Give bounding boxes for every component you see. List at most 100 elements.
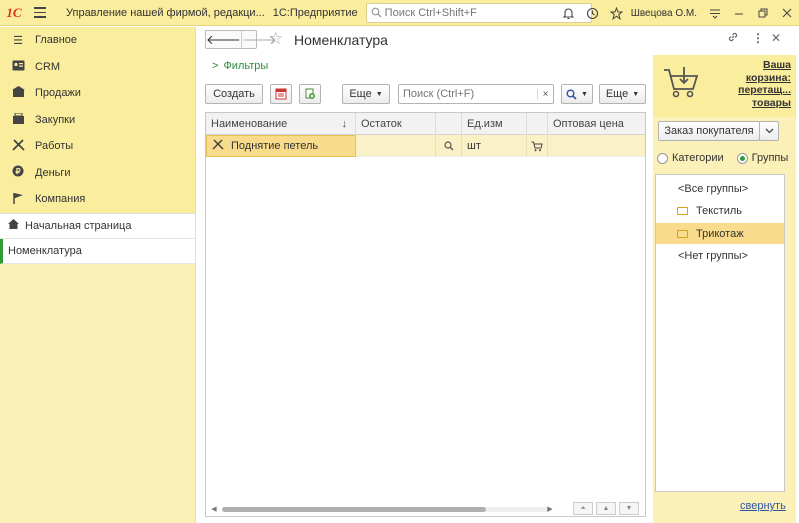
sidebar-item-company[interactable]: Компания bbox=[0, 186, 195, 213]
sidebar-item-works[interactable]: Работы bbox=[0, 133, 195, 160]
star-icon[interactable] bbox=[605, 0, 629, 26]
crm-icon bbox=[10, 60, 26, 74]
cell-price[interactable] bbox=[548, 135, 645, 157]
group-item-all[interactable]: <Все группы> bbox=[656, 178, 784, 199]
cell-stock-lookup[interactable] bbox=[436, 135, 462, 157]
sort-down-icon: ↓ bbox=[341, 118, 348, 130]
search-icon bbox=[371, 7, 382, 18]
radio-groups[interactable] bbox=[736, 152, 748, 164]
create-button-label: Создать bbox=[213, 88, 255, 100]
sidebar-item-purchases[interactable]: Закупки bbox=[0, 107, 195, 134]
pager: ⏶ ▲ ▼ bbox=[570, 502, 639, 515]
cell-name[interactable]: Поднятие петель bbox=[206, 135, 356, 157]
close-icon[interactable] bbox=[775, 0, 799, 26]
sidebar-item-label: Работы bbox=[35, 140, 74, 153]
tools-icon bbox=[10, 139, 26, 154]
more-button-label: Еще bbox=[349, 88, 372, 100]
search-options-button[interactable]: ▼ bbox=[561, 84, 593, 104]
sidebar-item-label: CRM bbox=[35, 60, 61, 73]
more-vertical-icon[interactable]: ⋮ bbox=[752, 31, 764, 45]
scroll-up-icon[interactable]: ▲ bbox=[596, 502, 616, 515]
folder-icon bbox=[677, 207, 688, 215]
search-icon bbox=[566, 89, 577, 100]
cart-drop-zone[interactable]: Ваша корзина: перетащ... товары bbox=[653, 55, 796, 117]
group-item-none[interactable]: <Нет группы> bbox=[656, 246, 784, 267]
bell-icon[interactable] bbox=[557, 0, 581, 26]
view-mode-radio-group: Категории Группы bbox=[657, 152, 788, 164]
caret-down-icon: ▼ bbox=[375, 90, 383, 98]
svg-text:₽: ₽ bbox=[15, 167, 20, 176]
column-header-stock[interactable]: Остаток bbox=[356, 113, 436, 135]
table-header: Наименование ↓ Остаток Ед.изм Оптовая це… bbox=[206, 113, 645, 135]
add-from-clipboard-button[interactable] bbox=[299, 84, 321, 104]
caret-down-icon: ▼ bbox=[581, 90, 588, 98]
sidebar-item-crm[interactable]: CRM bbox=[0, 54, 195, 81]
more-button-label: Еще bbox=[605, 88, 629, 100]
money-icon: ₽ bbox=[10, 165, 26, 180]
restore-icon[interactable] bbox=[751, 0, 775, 26]
group-item-textile[interactable]: Текстиль bbox=[656, 201, 784, 222]
column-header-name[interactable]: Наименование ↓ bbox=[206, 113, 356, 135]
sidebar-item-money[interactable]: ₽ Деньги bbox=[0, 160, 195, 187]
open-item-label: Номенклатура bbox=[8, 244, 82, 257]
sidebar-item-sales[interactable]: Продажи bbox=[0, 80, 195, 107]
radio-groups-label[interactable]: Группы bbox=[752, 152, 789, 164]
home-icon bbox=[8, 219, 19, 232]
table-row[interactable]: Поднятие петель шт bbox=[206, 135, 645, 157]
list-search-input[interactable] bbox=[399, 88, 537, 100]
open-item-home[interactable]: Начальная страница bbox=[0, 214, 195, 239]
scroll-down-icon[interactable]: ▼ bbox=[619, 502, 639, 515]
clear-search-icon[interactable]: × bbox=[537, 88, 553, 100]
app-logo[interactable]: 1С bbox=[0, 0, 28, 26]
magnifier-icon bbox=[443, 141, 453, 151]
column-header-unit[interactable]: Ед.изм bbox=[462, 113, 527, 135]
cell-cart[interactable] bbox=[527, 135, 548, 157]
column-header-cart[interactable] bbox=[527, 113, 548, 135]
global-search-input[interactable] bbox=[384, 6, 585, 19]
user-name[interactable]: Швецова О.М. bbox=[631, 8, 697, 19]
customer-order-dropdown[interactable] bbox=[759, 121, 779, 141]
radio-categories-label[interactable]: Категории bbox=[672, 152, 724, 164]
group-item-knitwear[interactable]: Трикотаж bbox=[656, 223, 784, 244]
minimize-icon[interactable] bbox=[727, 0, 751, 26]
cart-icon bbox=[531, 141, 543, 151]
column-header-stock-icon[interactable] bbox=[436, 113, 462, 135]
history-icon[interactable] bbox=[581, 0, 605, 26]
report-button[interactable] bbox=[270, 84, 292, 104]
platform-name: 1С:Предприятие bbox=[272, 6, 358, 19]
purchases-icon bbox=[10, 112, 26, 127]
link-icon[interactable] bbox=[727, 31, 739, 46]
scroll-top-icon[interactable]: ⏶ bbox=[573, 502, 593, 515]
more-button[interactable]: Еще ▼ bbox=[342, 84, 390, 104]
right-panel: Ваша корзина: перетащ... товары Заказ по… bbox=[653, 55, 796, 523]
document-add-icon bbox=[305, 88, 315, 99]
favorite-star-icon[interactable]: ☆ bbox=[268, 29, 283, 49]
create-button[interactable]: Создать bbox=[205, 84, 263, 104]
page-title: Номенклатура bbox=[294, 32, 388, 48]
menu-icon[interactable] bbox=[703, 0, 727, 26]
nomenclature-table: Наименование ↓ Остаток Ед.изм Оптовая це… bbox=[205, 112, 646, 517]
more-button-2[interactable]: Еще ▼ bbox=[599, 84, 646, 104]
customer-order-button[interactable]: Заказ покупателя bbox=[658, 121, 760, 141]
scroll-left-icon[interactable]: ◀ bbox=[208, 505, 220, 513]
cell-unit[interactable]: шт bbox=[462, 135, 527, 157]
main-menu-icon[interactable] bbox=[28, 0, 52, 26]
caret-down-icon: ▼ bbox=[632, 90, 640, 98]
filters-toggle[interactable]: > Фильтры bbox=[212, 60, 268, 72]
radio-categories[interactable] bbox=[657, 152, 668, 164]
column-header-price[interactable]: Оптовая цена bbox=[548, 113, 645, 135]
scroll-right-icon[interactable]: ▶ bbox=[544, 505, 556, 513]
close-tab-icon[interactable]: ✕ bbox=[771, 31, 781, 45]
open-item-nomenclature[interactable]: Номенклатура bbox=[0, 238, 195, 264]
scroll-thumb[interactable] bbox=[222, 506, 486, 512]
scroll-track[interactable] bbox=[222, 506, 552, 512]
sidebar-item-label: Деньги bbox=[35, 166, 71, 179]
flag-icon bbox=[10, 192, 26, 207]
back-arrow-icon[interactable]: 🡐 bbox=[206, 31, 241, 48]
sidebar-item-main[interactable]: ☰ Главное bbox=[0, 27, 195, 54]
list-search-box[interactable]: × bbox=[398, 84, 554, 104]
cart-hint-link[interactable]: Ваша корзина: перетащ... товары bbox=[725, 59, 791, 109]
sidebar: ☰ Главное CRM Продажи Закупки Работы ₽ Д… bbox=[0, 27, 196, 523]
cell-stock[interactable] bbox=[356, 135, 436, 157]
collapse-link[interactable]: свернуть bbox=[740, 500, 786, 512]
